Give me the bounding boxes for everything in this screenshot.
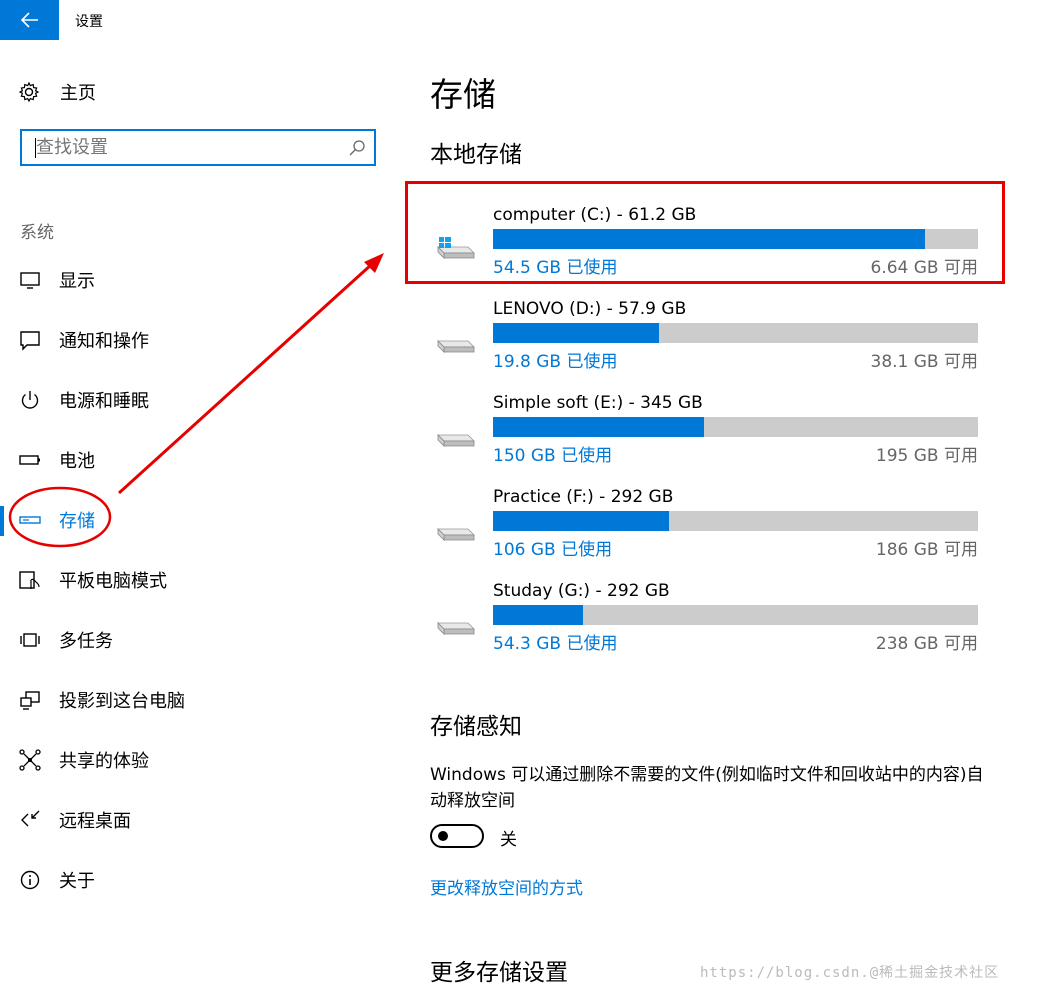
watermark: https://blog.csdn.@稀土掘金技术社区 xyxy=(700,965,1000,981)
annotation-overlay xyxy=(8,253,384,548)
annotation-circle xyxy=(8,486,112,548)
annotation-arrow xyxy=(117,262,374,495)
